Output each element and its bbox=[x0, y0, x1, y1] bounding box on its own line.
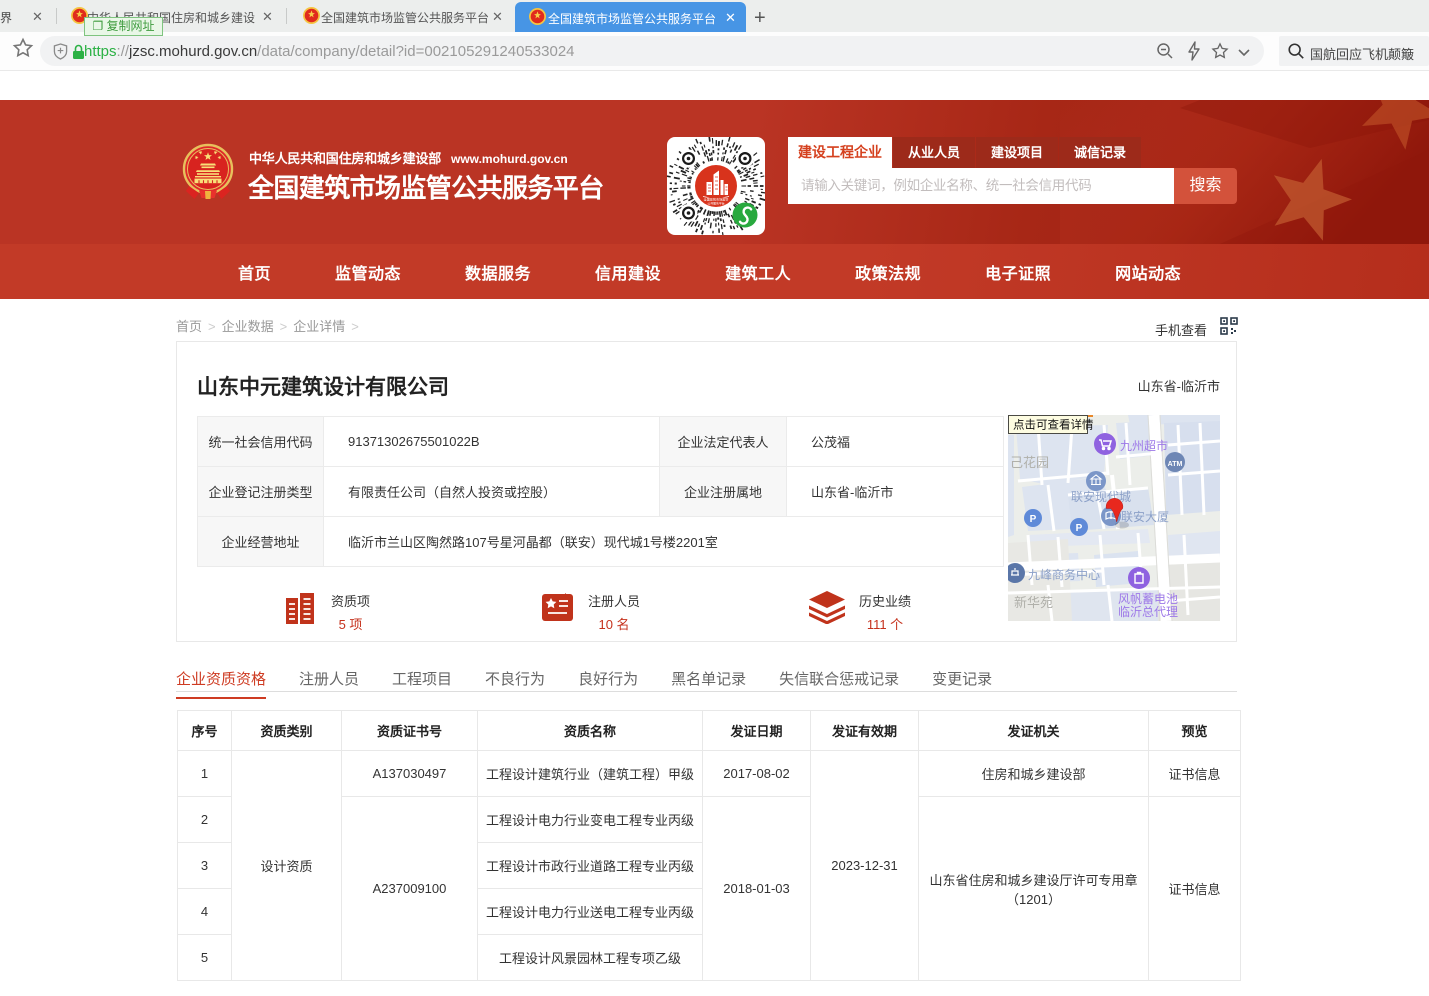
svg-text:ATM: ATM bbox=[1168, 461, 1183, 468]
svg-text:风帆蓄电池: 风帆蓄电池 bbox=[1118, 591, 1178, 606]
svg-text:临沂总代理: 临沂总代理 bbox=[1118, 605, 1178, 619]
svg-text:新华苑: 新华苑 bbox=[1014, 595, 1053, 610]
svg-text:己花园: 己花园 bbox=[1010, 455, 1049, 470]
svg-text:九州超市: 九州超市 bbox=[1120, 438, 1168, 453]
svg-text:联安现代城: 联安现代城 bbox=[1071, 489, 1131, 504]
svg-text:公共服务平台: 公共服务平台 bbox=[707, 201, 724, 206]
svg-text:联安大厦: 联安大厦 bbox=[1121, 509, 1169, 524]
svg-text:九峰商务中心: 九峰商务中心 bbox=[1028, 567, 1100, 582]
svg-text:P: P bbox=[1076, 523, 1083, 534]
svg-text:点击可查看详情: 点击可查看详情 bbox=[1013, 418, 1094, 432]
svg-text:P: P bbox=[1030, 514, 1037, 525]
